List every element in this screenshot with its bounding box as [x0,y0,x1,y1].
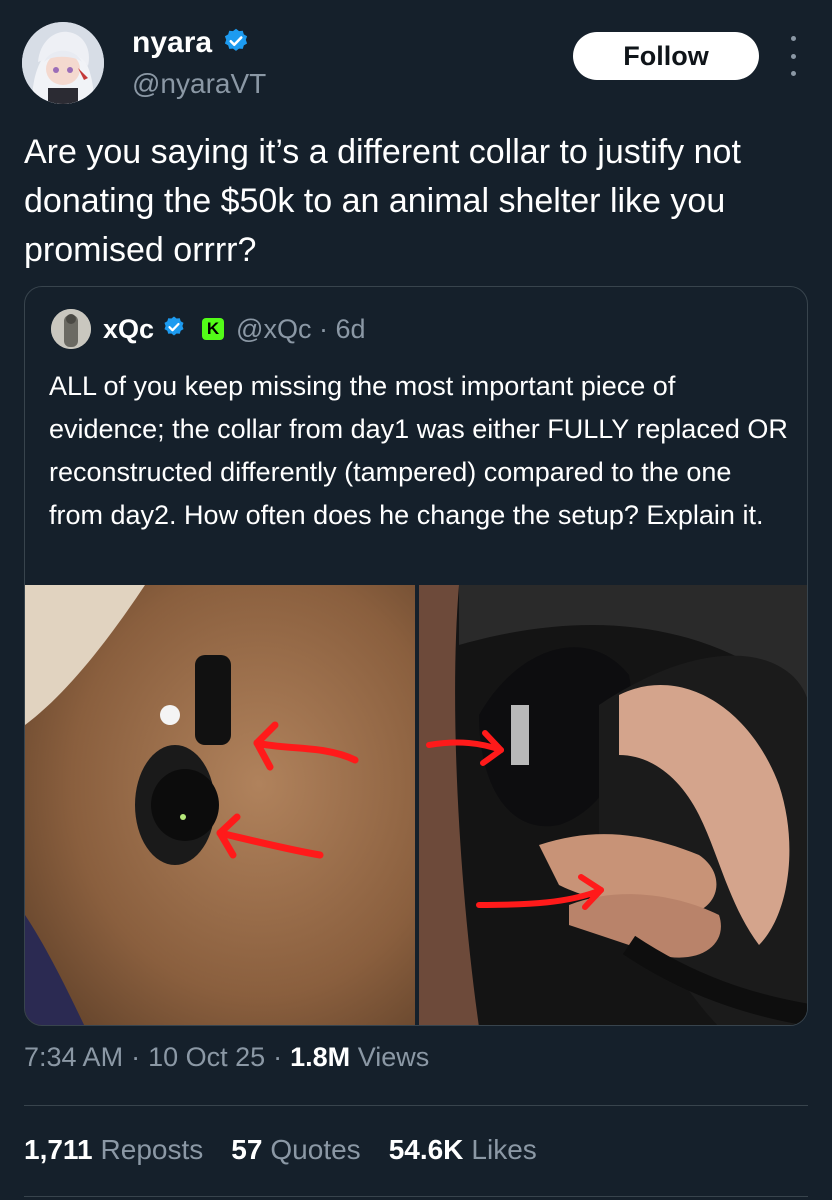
kick-badge-icon: K [202,318,225,340]
quoted-media [25,585,807,1025]
views-label: Views [357,1042,430,1072]
tweet-header: nyara @nyaraVT Follow [22,22,812,108]
verified-badge-icon [162,315,186,344]
likes-count: 54.6K [388,1134,464,1165]
more-vertical-icon[interactable] [782,36,804,76]
reposts-count: 1,711 [24,1134,93,1165]
quoted-tweet[interactable]: xQc K @xQc · 6d ALL of you keep missing … [24,286,808,1026]
author-avatar[interactable] [22,22,104,104]
views-count: 1.8M [290,1042,351,1072]
verified-badge-icon [222,27,250,60]
tweet-meta: 7:34 AM · 10 Oct 25 · 1.8M Views [24,1042,429,1073]
quotes-stat[interactable]: 57 Quotes [231,1134,360,1166]
likes-stat[interactable]: 54.6K Likes [389,1134,537,1166]
author-handle[interactable]: @nyaraVT [132,68,266,100]
tweet-stats: 1,711 Reposts 57 Quotes 54.6K Likes [24,1134,537,1166]
quoted-tweet-header: xQc K @xQc · 6d [51,309,365,349]
quoted-author-name: xQc [103,313,155,344]
quotes-count: 57 [231,1134,263,1165]
quoted-author-avatar [51,309,91,349]
follow-button[interactable]: Follow [573,32,759,80]
collar-photo-day1[interactable] [25,585,415,1025]
likes-label: Likes [471,1134,537,1165]
reposts-stat[interactable]: 1,711 Reposts [24,1134,203,1166]
quoted-tweet-text: ALL of you keep missing the most importa… [49,371,788,530]
views[interactable]: 1.8M Views [290,1042,429,1073]
author-display-name[interactable]: nyara [132,26,212,60]
collar-photo-day2[interactable] [419,585,807,1025]
divider [24,1196,808,1197]
reposts-label: Reposts [100,1134,204,1165]
quoted-handle-time: @xQc · 6d [236,313,366,344]
meta-separator: · [273,1042,283,1072]
meta-separator: · [131,1042,141,1072]
quotes-label: Quotes [270,1134,361,1165]
divider [24,1105,808,1106]
tweet-date[interactable]: 10 Oct 25 [148,1042,265,1073]
tweet-time[interactable]: 7:34 AM [24,1042,123,1073]
tweet-text: Are you saying it’s a different collar t… [24,133,741,269]
author-name-row: nyara [132,26,250,60]
